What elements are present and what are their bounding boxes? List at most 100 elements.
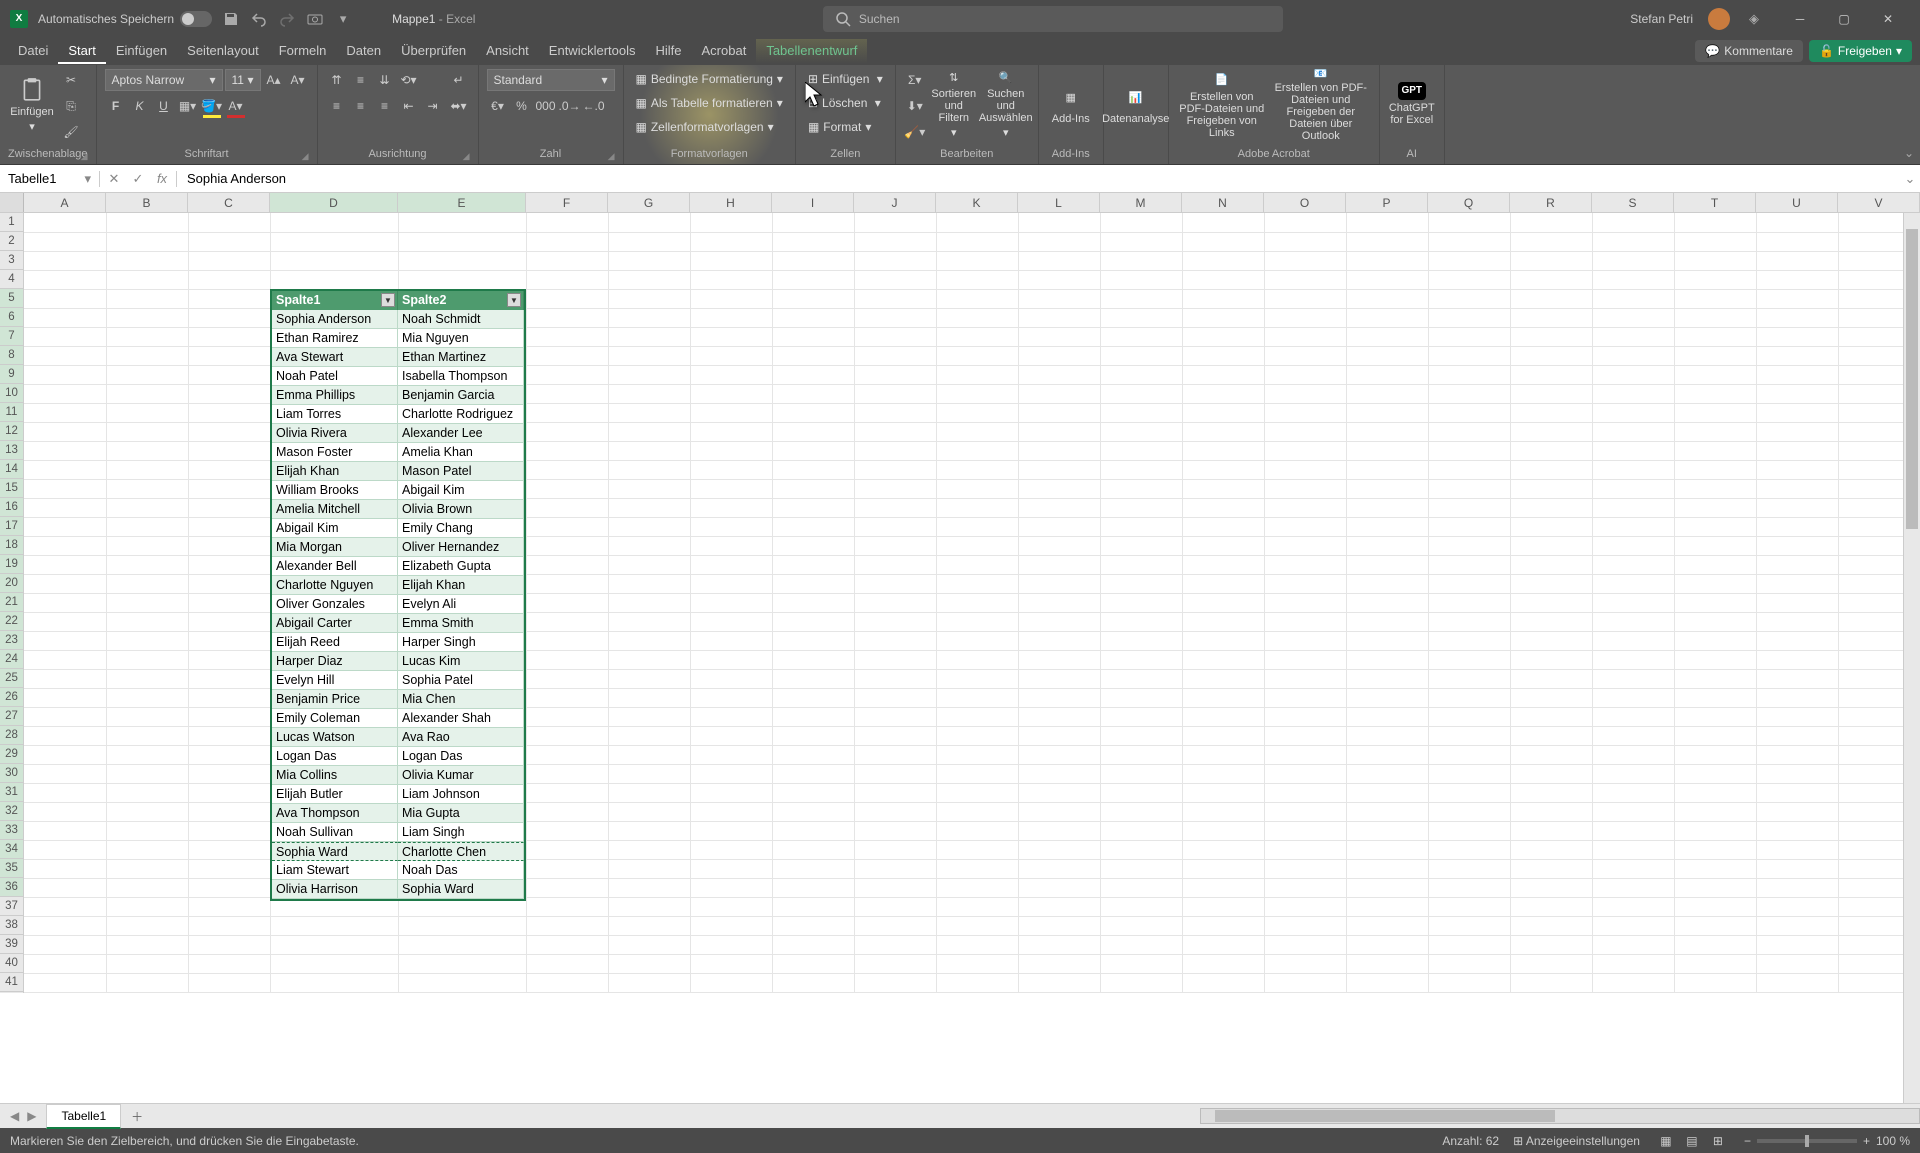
conditional-formatting-button[interactable]: ▦ Bedingte Formatierung ▾ <box>632 69 787 89</box>
row-header[interactable]: 9 <box>0 365 23 384</box>
horizontal-scrollbar[interactable] <box>1200 1108 1920 1124</box>
filter-dropdown-icon[interactable]: ▼ <box>381 293 395 307</box>
column-header[interactable]: A <box>24 193 106 212</box>
dialog-launcher-icon[interactable]: ◢ <box>81 151 88 162</box>
page-break-view-icon[interactable]: ⊞ <box>1706 1132 1730 1150</box>
customize-qat-icon[interactable]: ▾ <box>334 10 352 28</box>
row-header[interactable]: 4 <box>0 270 23 289</box>
table-cell[interactable]: Harper Singh <box>398 633 524 652</box>
table-cell[interactable]: Liam Stewart <box>272 861 398 880</box>
table-cell[interactable]: Ethan Ramirez <box>272 329 398 348</box>
row-header[interactable]: 24 <box>0 650 23 669</box>
percent-icon[interactable]: % <box>511 95 533 117</box>
table-row[interactable]: Ava ThompsonMia Gupta <box>272 804 524 823</box>
cancel-formula-icon[interactable]: ✕ <box>104 171 124 187</box>
table-cell[interactable]: Logan Das <box>398 747 524 766</box>
table-cell[interactable]: Amelia Mitchell <box>272 500 398 519</box>
row-header[interactable]: 31 <box>0 783 23 802</box>
table-cell[interactable]: Alexander Bell <box>272 557 398 576</box>
column-header[interactable]: C <box>188 193 270 212</box>
fill-color-icon[interactable]: 🪣▾ <box>201 95 223 117</box>
enter-formula-icon[interactable]: ✓ <box>128 171 148 187</box>
table-cell[interactable]: Charlotte Rodriguez <box>398 405 524 424</box>
table-cell[interactable]: Mia Gupta <box>398 804 524 823</box>
sort-filter-button[interactable]: ⇅ Sortieren und Filtern▾ <box>930 69 978 139</box>
table-row[interactable]: Elijah KhanMason Patel <box>272 462 524 481</box>
fx-icon[interactable]: fx <box>152 171 172 186</box>
table-row[interactable]: Ava StewartEthan Martinez <box>272 348 524 367</box>
table-cell[interactable]: Ava Rao <box>398 728 524 747</box>
page-layout-view-icon[interactable]: ▤ <box>1680 1132 1704 1150</box>
cell-styles-button[interactable]: ▦ Zellenformatvorlagen ▾ <box>632 117 787 137</box>
data-table[interactable]: Spalte1▼Spalte2▼Sophia AndersonNoah Schm… <box>270 289 526 901</box>
row-header[interactable]: 38 <box>0 916 23 935</box>
table-cell[interactable]: Lucas Watson <box>272 728 398 747</box>
column-header[interactable]: J <box>854 193 936 212</box>
create-pdf-outlook-button[interactable]: 📧 Erstellen von PDF-Dateien und Freigebe… <box>1271 69 1371 139</box>
table-row[interactable]: Oliver GonzalesEvelyn Ali <box>272 595 524 614</box>
table-cell[interactable]: Elijah Butler <box>272 785 398 804</box>
table-cell[interactable]: Harper Diaz <box>272 652 398 671</box>
row-header[interactable]: 18 <box>0 536 23 555</box>
table-cell[interactable]: Abigail Carter <box>272 614 398 633</box>
row-header[interactable]: 15 <box>0 479 23 498</box>
table-cell[interactable]: Isabella Thompson <box>398 367 524 386</box>
table-row[interactable]: Emma PhillipsBenjamin Garcia <box>272 386 524 405</box>
underline-icon[interactable]: U <box>153 95 175 117</box>
dialog-launcher-icon[interactable]: ◢ <box>608 151 615 162</box>
table-row[interactable]: Elijah ButlerLiam Johnson <box>272 785 524 804</box>
name-box[interactable]: Tabelle1▾ <box>0 171 100 187</box>
table-row[interactable]: Abigail CarterEmma Smith <box>272 614 524 633</box>
table-cell[interactable]: Oliver Gonzales <box>272 595 398 614</box>
row-header[interactable]: 28 <box>0 726 23 745</box>
filter-dropdown-icon[interactable]: ▼ <box>507 293 521 307</box>
row-header[interactable]: 20 <box>0 574 23 593</box>
table-row[interactable]: Benjamin PriceMia Chen <box>272 690 524 709</box>
diamond-icon[interactable]: ◈ <box>1745 10 1763 28</box>
row-header[interactable]: 32 <box>0 802 23 821</box>
column-header[interactable]: P <box>1346 193 1428 212</box>
table-row[interactable]: Olivia RiveraAlexander Lee <box>272 424 524 443</box>
increase-indent-icon[interactable]: ⇥ <box>422 95 444 117</box>
zoom-in-icon[interactable]: + <box>1863 1134 1870 1148</box>
tab-überprüfen[interactable]: Überprüfen <box>391 39 476 64</box>
table-cell[interactable]: Amelia Khan <box>398 443 524 462</box>
table-cell[interactable]: Noah Das <box>398 861 524 880</box>
row-header[interactable]: 10 <box>0 384 23 403</box>
decrease-indent-icon[interactable]: ⇤ <box>398 95 420 117</box>
row-header[interactable]: 8 <box>0 346 23 365</box>
table-cell[interactable]: Logan Das <box>272 747 398 766</box>
table-cell[interactable]: Liam Torres <box>272 405 398 424</box>
table-cell[interactable]: Olivia Brown <box>398 500 524 519</box>
row-header[interactable]: 34 <box>0 840 23 859</box>
table-row[interactable]: Sophia AndersonNoah Schmidt <box>272 310 524 329</box>
table-row[interactable]: Noah PatelIsabella Thompson <box>272 367 524 386</box>
table-cell[interactable]: Mia Chen <box>398 690 524 709</box>
row-header[interactable]: 3 <box>0 251 23 270</box>
table-cell[interactable]: Ava Stewart <box>272 348 398 367</box>
table-header[interactable]: Spalte1▼ <box>272 291 398 310</box>
camera-icon[interactable] <box>306 10 324 28</box>
column-header[interactable]: E <box>398 193 526 212</box>
column-header[interactable]: S <box>1592 193 1674 212</box>
user-avatar[interactable] <box>1708 8 1730 30</box>
zoom-level[interactable]: 100 % <box>1876 1134 1910 1148</box>
table-cell[interactable]: Liam Johnson <box>398 785 524 804</box>
row-header[interactable]: 5 <box>0 289 23 308</box>
tab-daten[interactable]: Daten <box>336 39 391 64</box>
tab-einfügen[interactable]: Einfügen <box>106 39 177 64</box>
table-row[interactable]: Noah SullivanLiam Singh <box>272 823 524 842</box>
table-row[interactable]: Logan DasLogan Das <box>272 747 524 766</box>
table-cell[interactable]: Oliver Hernandez <box>398 538 524 557</box>
table-cell[interactable]: Mia Collins <box>272 766 398 785</box>
tab-datei[interactable]: Datei <box>8 39 58 64</box>
column-header[interactable]: D <box>270 193 398 212</box>
row-header[interactable]: 25 <box>0 669 23 688</box>
table-cell[interactable]: Mason Foster <box>272 443 398 462</box>
align-middle-icon[interactable]: ≡ <box>350 69 372 91</box>
worksheet-grid[interactable]: ABCDEFGHIJKLMNOPQRSTUV 12345678910111213… <box>0 193 1920 1103</box>
merge-icon[interactable]: ⬌▾ <box>448 95 470 117</box>
row-header[interactable]: 37 <box>0 897 23 916</box>
collapse-ribbon-icon[interactable]: ⌄ <box>1904 146 1914 160</box>
row-header[interactable]: 36 <box>0 878 23 897</box>
